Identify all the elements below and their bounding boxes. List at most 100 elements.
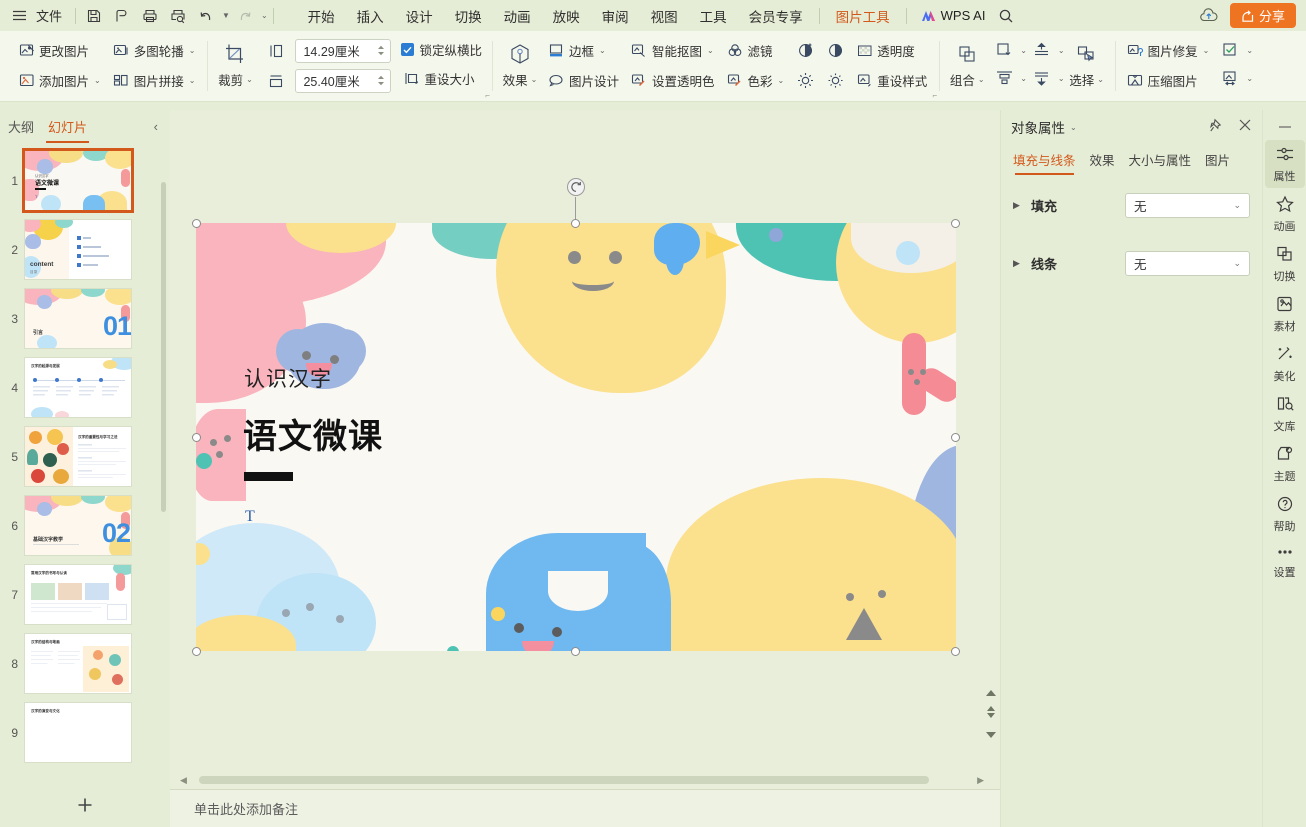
thumbnail-scrollbar[interactable] xyxy=(161,182,166,512)
chevron-down-icon[interactable]: ⌄ xyxy=(1058,74,1065,83)
list-item[interactable]: 4 汉字的起源与发展 xyxy=(0,353,170,422)
list-item[interactable]: 2 content 目录 xyxy=(0,215,170,284)
slide-thumbnail[interactable]: 基础汉字教学 02 xyxy=(24,495,132,556)
scroll-thumb[interactable] xyxy=(198,776,929,784)
multi-carousel-button[interactable]: 多图轮播 ⌄ xyxy=(107,37,202,64)
rotate-handle[interactable] xyxy=(567,178,585,196)
set-transparent-color-button[interactable]: 设置透明色 xyxy=(625,67,721,94)
slide-thumbnail[interactable]: 常用汉字的书写与认读 xyxy=(24,564,132,625)
chevron-down-icon[interactable]: ⌄ xyxy=(778,76,785,85)
scroll-track[interactable] xyxy=(191,776,973,784)
scroll-up-icon[interactable] xyxy=(986,686,996,700)
tab-size-and-properties[interactable]: 大小与属性 xyxy=(1129,150,1192,175)
slide-thumbnail[interactable]: 汉字的演变与文化 xyxy=(24,702,132,763)
smart-cutout-button[interactable]: 智能抠图 ⌄ xyxy=(625,37,721,64)
rail-item-library[interactable]: 文库 xyxy=(1265,390,1305,438)
scroll-left-icon[interactable]: ◀ xyxy=(176,775,191,786)
picture-repair-button[interactable]: 图片修复 ⌄ xyxy=(1121,37,1216,64)
horizontal-scrollbar[interactable]: ◀ ▶ xyxy=(170,771,1000,789)
rotate-button[interactable] xyxy=(989,37,1019,64)
list-item[interactable]: 6 基础汉字教学 02 xyxy=(0,491,170,560)
print-preview-icon[interactable] xyxy=(165,4,191,28)
resize-handle-se[interactable] xyxy=(951,647,960,656)
share-button[interactable]: 分享 xyxy=(1229,3,1296,28)
cloud-save-icon[interactable] xyxy=(109,4,135,28)
close-icon[interactable] xyxy=(1238,118,1252,136)
rail-item-help[interactable]: 帮助 xyxy=(1265,490,1305,538)
picture-stitch-button[interactable]: 图片拼接 ⌄ xyxy=(107,67,202,94)
slide-thumbnail[interactable]: 汉字的起源与发展 xyxy=(24,357,132,418)
tab-slideshow[interactable]: 放映 xyxy=(542,1,591,31)
tab-design[interactable]: 设计 xyxy=(395,1,444,31)
bring-forward-button[interactable] xyxy=(1027,37,1057,64)
notes-pane[interactable]: 单击此处添加备注 xyxy=(170,789,1000,827)
minimize-icon[interactable] xyxy=(1263,116,1306,138)
chevron-down-icon[interactable]: ⌄ xyxy=(1246,46,1253,55)
transparency-button[interactable]: 透明度 xyxy=(850,37,933,64)
rail-item-properties[interactable]: 属性 xyxy=(1264,140,1305,188)
tab-member[interactable]: 会员专享 xyxy=(738,1,814,31)
effects-button[interactable]: 效果 ⌄ xyxy=(498,37,542,95)
chevron-down-icon[interactable]: ⌄ xyxy=(1020,74,1027,83)
rail-item-animation[interactable]: 动画 xyxy=(1265,190,1305,238)
resize-handle-w[interactable] xyxy=(192,433,201,442)
picture-style-preset-button[interactable] xyxy=(1215,37,1245,64)
picture-design-button[interactable]: 图片设计 xyxy=(542,67,625,94)
save-icon[interactable] xyxy=(81,4,107,28)
expand-triangle-icon[interactable]: ▶ xyxy=(1013,258,1023,269)
slide-thumbnail[interactable]: 认识汉字 语文微课 T xyxy=(22,148,134,213)
search-icon[interactable] xyxy=(993,4,1019,28)
pin-icon[interactable] xyxy=(1209,118,1224,136)
group-expand-icon[interactable]: ⌐ xyxy=(485,91,490,100)
increase-contrast-button[interactable] xyxy=(790,37,820,64)
filter-button[interactable]: 滤镜 xyxy=(720,37,790,64)
chevron-down-icon[interactable]: ⌄ xyxy=(1246,74,1253,83)
slide-thumbnail[interactable]: content 目录 xyxy=(24,219,132,280)
print-icon[interactable] xyxy=(137,4,163,28)
resize-handle-nw[interactable] xyxy=(192,219,201,228)
slide-thumbnail[interactable]: 引言 01 xyxy=(24,288,132,349)
list-item[interactable]: 5 汉字的重要性与学习之法 xyxy=(0,422,170,491)
chevron-left-icon[interactable]: ‹ xyxy=(154,119,164,134)
chevron-down-icon[interactable]: ⌄ xyxy=(599,46,606,55)
send-backward-button[interactable] xyxy=(1027,65,1057,92)
tab-start[interactable]: 开始 xyxy=(297,1,346,31)
slide-subtitle[interactable]: 认识汉字 xyxy=(244,363,332,393)
decrease-brightness-button[interactable] xyxy=(820,67,850,94)
list-item[interactable]: 9 汉字的演变与文化 xyxy=(0,698,170,767)
wps-ai-button[interactable]: WPS AI xyxy=(912,4,994,27)
list-item[interactable]: 1 认识汉字 语文微课 T xyxy=(0,146,170,215)
add-picture-button[interactable]: 添加图片 ⌄ xyxy=(12,67,107,94)
tab-effects[interactable]: 效果 xyxy=(1090,150,1115,175)
tab-transition[interactable]: 切换 xyxy=(444,1,493,31)
resize-handle-s[interactable] xyxy=(571,647,580,656)
spinner-arrows[interactable] xyxy=(377,75,388,86)
tab-picture[interactable]: 图片 xyxy=(1205,150,1230,175)
list-item[interactable]: 7 常用汉字的书写与认读 xyxy=(0,560,170,629)
rail-item-theme[interactable]: 主题 xyxy=(1265,440,1305,488)
tab-view[interactable]: 视图 xyxy=(640,1,689,31)
spinner-arrows[interactable] xyxy=(377,45,388,56)
slide-title[interactable]: 语文微课 xyxy=(243,409,383,458)
reset-size-button[interactable]: 重设大小 xyxy=(397,65,486,92)
previous-slide-icon[interactable] xyxy=(986,706,996,721)
app-menu-icon[interactable] xyxy=(6,4,32,28)
cloud-upload-icon[interactable] xyxy=(1196,4,1222,28)
tab-animation[interactable]: 动画 xyxy=(493,1,542,31)
slide-text-placeholder[interactable]: T xyxy=(245,508,255,526)
chevron-down-icon[interactable]: ⌄ xyxy=(978,75,985,84)
crop-button[interactable]: 裁剪 ⌄ xyxy=(213,37,257,95)
group-expand-icon[interactable]: ⌐ xyxy=(933,91,938,100)
chevron-down-icon[interactable]: ⌄ xyxy=(189,76,196,85)
canvas-area[interactable]: 认识汉字 语文微课 T xyxy=(170,110,1000,771)
picture-replace-button[interactable] xyxy=(1215,65,1245,92)
chevron-down-icon[interactable]: ⌄ xyxy=(1070,123,1077,132)
fill-select[interactable]: 无 ⌄ xyxy=(1125,193,1250,218)
chevron-down-icon[interactable]: ⌄ xyxy=(189,46,196,55)
add-slide-button[interactable] xyxy=(0,783,170,827)
list-item[interactable]: 3 引言 01 xyxy=(0,284,170,353)
resize-handle-n[interactable] xyxy=(571,219,580,228)
border-button[interactable]: 边框 ⌄ xyxy=(542,37,625,64)
tab-review[interactable]: 审阅 xyxy=(591,1,640,31)
scroll-down-icon[interactable] xyxy=(986,727,996,741)
